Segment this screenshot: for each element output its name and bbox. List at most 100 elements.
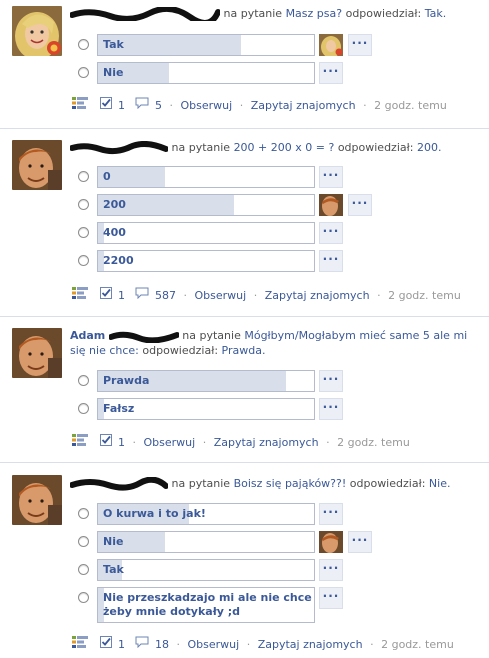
more-options-button[interactable]: ···: [348, 194, 372, 216]
option-bar[interactable]: 200: [97, 194, 315, 216]
option-radio[interactable]: [78, 171, 89, 182]
follow-link[interactable]: Obserwuj: [188, 637, 240, 653]
voter-avatar[interactable]: [319, 531, 343, 553]
avatar[interactable]: [12, 6, 62, 56]
option-label: Tak: [103, 563, 124, 576]
separator-dot: ·: [176, 637, 181, 651]
story-header: na pytanie Boisz się pająków??! odpowied…: [70, 476, 483, 491]
option-radio[interactable]: [78, 564, 89, 575]
option-radio[interactable]: [78, 227, 89, 238]
option-radio[interactable]: [78, 375, 89, 386]
option-radio[interactable]: [78, 536, 89, 547]
answer-link[interactable]: Tak.: [425, 7, 447, 20]
more-options-button[interactable]: ···: [319, 370, 343, 392]
more-options-button[interactable]: ···: [319, 503, 343, 525]
question-link[interactable]: 200 + 200 x 0 = ?: [234, 141, 335, 154]
option-radio[interactable]: [78, 67, 89, 78]
avatar[interactable]: [12, 328, 62, 378]
option-radio[interactable]: [78, 592, 89, 603]
more-options-button[interactable]: ···: [319, 587, 343, 609]
comment-count[interactable]: 587: [155, 288, 176, 304]
option-bar[interactable]: 400: [97, 222, 315, 244]
option-label: Nie przeszkadzajo mi ale nie chce żeby m…: [103, 591, 312, 618]
timestamp: 2 godz. temu: [374, 98, 447, 112]
vote-count[interactable]: 1: [118, 435, 125, 451]
answer-link[interactable]: Prawda.: [222, 344, 266, 357]
voter-avatar[interactable]: [319, 194, 343, 216]
question-link[interactable]: Masz psa?: [286, 7, 343, 20]
ask-friends-link[interactable]: Zapytaj znajomych: [214, 435, 319, 451]
more-options-button[interactable]: ···: [319, 222, 343, 244]
checkmark-icon: [99, 97, 115, 114]
option-bar[interactable]: 0: [97, 166, 315, 188]
answered-label: odpowiedział:: [337, 141, 414, 154]
option-label: 200: [103, 198, 126, 211]
option-radio[interactable]: [78, 255, 89, 266]
poll-icon: [72, 286, 96, 305]
option-radio[interactable]: [78, 403, 89, 414]
answered-label: odpowiedział:: [345, 7, 422, 20]
more-options-button[interactable]: ···: [319, 398, 343, 420]
comment-count[interactable]: 5: [155, 98, 162, 114]
option-bar[interactable]: Tak: [97, 34, 315, 56]
option-radio[interactable]: [78, 199, 89, 210]
answer-link[interactable]: Nie.: [429, 477, 451, 490]
answered-label: odpowiedział:: [349, 477, 426, 490]
option-radio[interactable]: [78, 39, 89, 50]
option-label: Prawda: [103, 374, 150, 387]
ask-friends-link[interactable]: Zapytaj znajomych: [258, 637, 363, 653]
checkmark-icon: [99, 636, 115, 653]
follow-link[interactable]: Obserwuj: [195, 288, 247, 304]
timestamp: 2 godz. temu: [388, 288, 461, 302]
story-header: na pytanie 200 + 200 x 0 = ? odpowiedzia…: [70, 140, 483, 155]
comment-icon: [129, 97, 152, 114]
option-bar[interactable]: Nie przeszkadzajo mi ale nie chce żeby m…: [97, 587, 315, 623]
ask-friends-link[interactable]: Zapytaj znajomych: [251, 98, 356, 114]
ask-friends-link[interactable]: Zapytaj znajomych: [265, 288, 370, 304]
option-bar[interactable]: Nie: [97, 531, 315, 553]
option-bar[interactable]: 2200: [97, 250, 315, 272]
redacted-name-scribble: [70, 141, 168, 155]
more-options-button[interactable]: ···: [319, 62, 343, 84]
option-bar[interactable]: Fałsz: [97, 398, 315, 420]
header-prefix: na pytanie: [182, 329, 241, 342]
vote-count[interactable]: 1: [118, 637, 125, 653]
story-header: Adam na pytanie Mógłbym/Mogłabym mieć sa…: [70, 328, 483, 358]
question-story: na pytanie 200 + 200 x 0 = ? odpowiedzia…: [0, 129, 489, 316]
checkmark-icon: [99, 287, 115, 304]
answer-link[interactable]: 200.: [417, 141, 442, 154]
option-bar[interactable]: Tak: [97, 559, 315, 581]
option-label: Tak: [103, 38, 124, 51]
question-link[interactable]: Boisz się pająków??!: [234, 477, 347, 490]
comment-icon: [129, 636, 152, 653]
follow-link[interactable]: Obserwuj: [181, 98, 233, 114]
option-bar[interactable]: Nie: [97, 62, 315, 84]
follow-link[interactable]: Obserwuj: [144, 435, 196, 451]
author-first-name[interactable]: Adam: [70, 329, 105, 342]
comment-count[interactable]: 18: [155, 637, 169, 653]
timestamp: 2 godz. temu: [381, 637, 454, 651]
redacted-name-scribble: [70, 7, 220, 21]
more-options-button[interactable]: ···: [348, 531, 372, 553]
poll-icon: [72, 635, 96, 654]
separator-dot: ·: [169, 98, 174, 112]
poll-icon: [72, 96, 96, 115]
option-bar[interactable]: O kurwa i to jak!: [97, 503, 315, 525]
question-story: na pytanie Masz psa? odpowiedział: Tak. …: [0, 0, 489, 128]
comment-icon: [129, 287, 152, 304]
option-bar[interactable]: Prawda: [97, 370, 315, 392]
avatar[interactable]: [12, 140, 62, 190]
more-options-button[interactable]: ···: [319, 250, 343, 272]
avatar[interactable]: [12, 475, 62, 525]
option-radio[interactable]: [78, 508, 89, 519]
option-label: Fałsz: [103, 402, 135, 415]
more-options-button[interactable]: ···: [348, 34, 372, 56]
separator-dot: ·: [246, 637, 251, 651]
voter-avatar[interactable]: [319, 34, 343, 56]
more-options-button[interactable]: ···: [319, 559, 343, 581]
vote-count[interactable]: 1: [118, 288, 125, 304]
header-prefix: na pytanie: [223, 7, 283, 20]
option-label: 0: [103, 170, 111, 183]
more-options-button[interactable]: ···: [319, 166, 343, 188]
vote-count[interactable]: 1: [118, 98, 125, 114]
